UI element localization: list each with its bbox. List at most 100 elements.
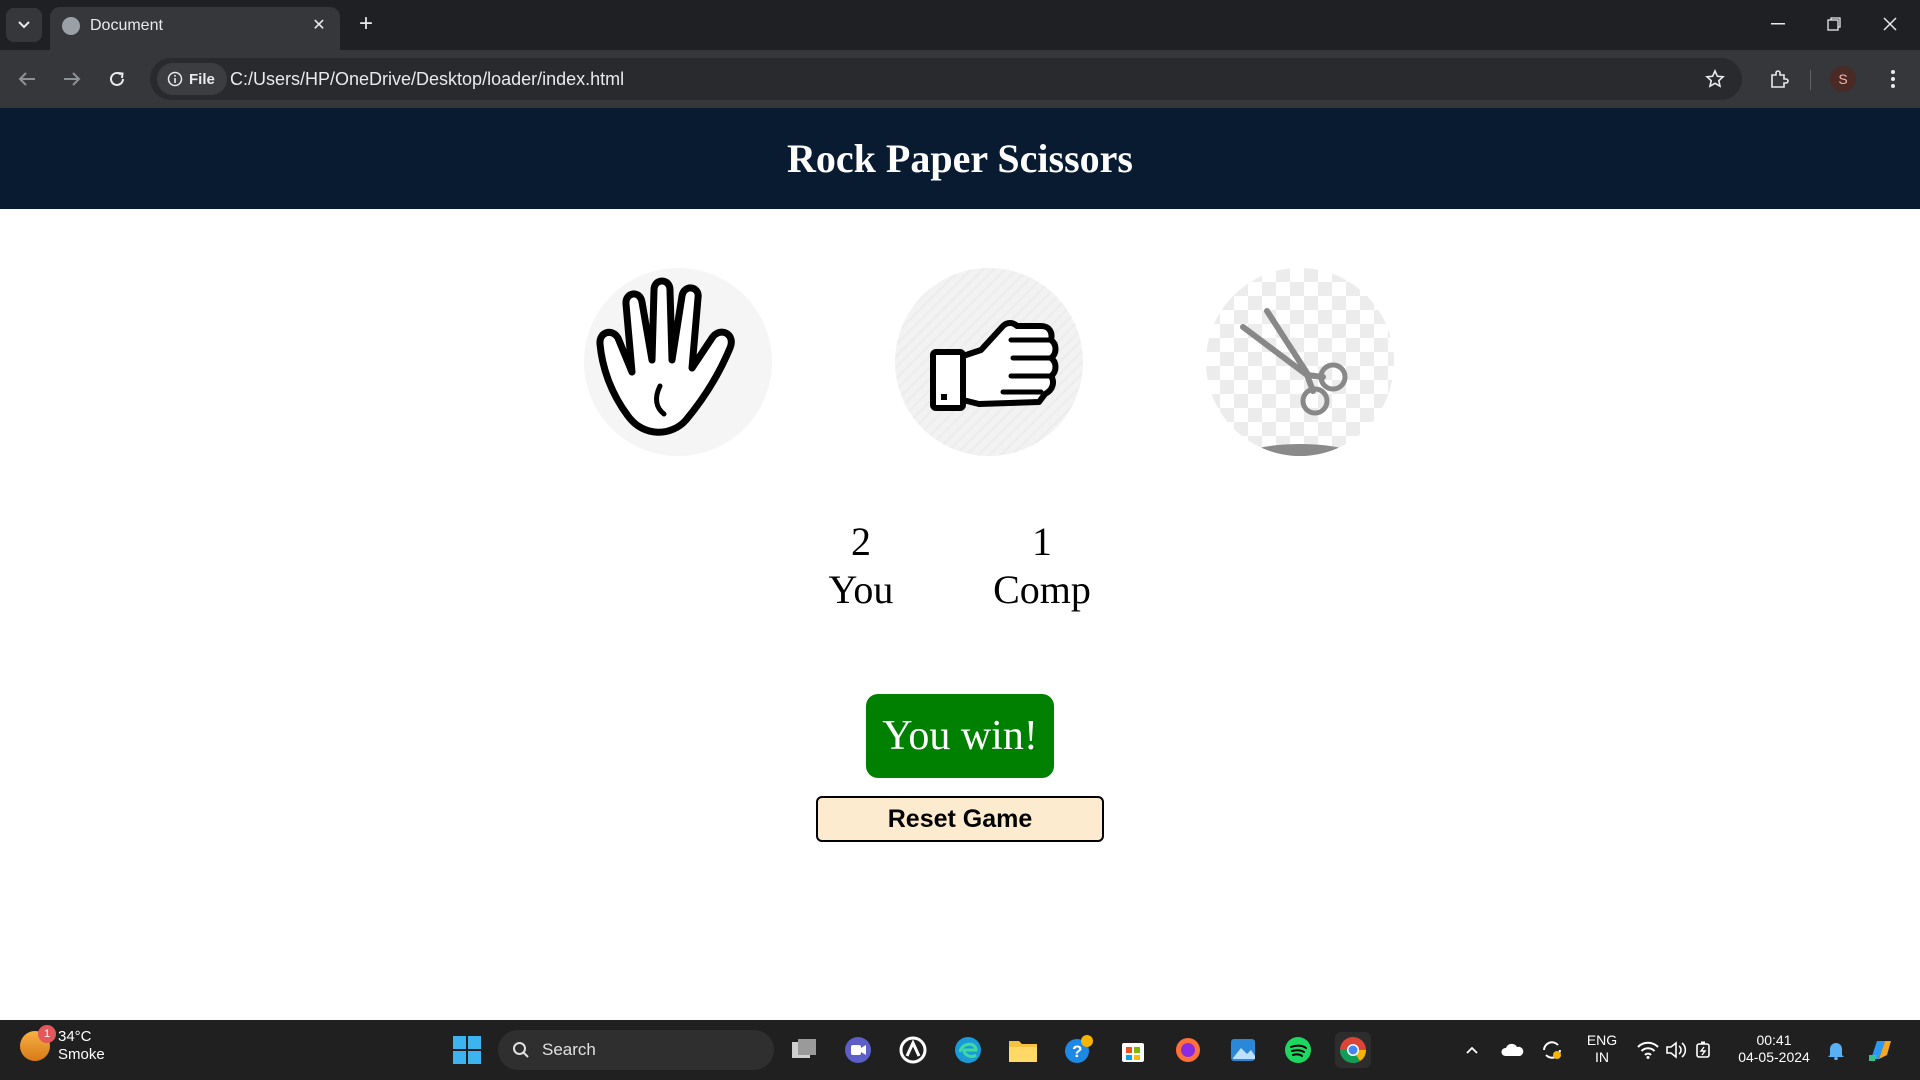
cloud-icon [1501, 1043, 1524, 1056]
result-message: You win! [866, 694, 1054, 778]
arrow-right-icon [64, 72, 81, 86]
choice-scissors[interactable] [1206, 268, 1394, 456]
reload-icon [110, 71, 124, 86]
forward-button[interactable] [55, 62, 89, 96]
copilot-button[interactable] [1862, 1032, 1898, 1068]
tab-close-icon[interactable]: ✕ [308, 15, 330, 37]
folder-icon [1009, 1041, 1037, 1062]
site-info-chip[interactable]: File [157, 63, 227, 95]
onedrive-button[interactable] [1494, 1032, 1530, 1068]
start-button[interactable] [449, 1032, 485, 1068]
chrome-icon [1339, 1037, 1367, 1064]
tab-title: Document [90, 17, 163, 34]
browser-tab-bar: Document ✕ + [0, 0, 1920, 50]
taskbar-photos[interactable] [1225, 1032, 1261, 1068]
minimize-button[interactable] [1758, 8, 1798, 40]
weather-sun-icon: 1 [20, 1025, 56, 1061]
edge-browser-icon [955, 1037, 981, 1063]
browser-menu-button[interactable] [1876, 62, 1910, 96]
scissors-shadow [1236, 444, 1364, 456]
reload-button[interactable] [100, 62, 134, 96]
clock-time: 00:41 [1756, 1032, 1792, 1048]
copilot-icon [1869, 1041, 1891, 1061]
weather-widget[interactable]: 1 34°C Smoke [20, 1025, 105, 1064]
tab-search-button[interactable] [6, 8, 42, 42]
app-logo-icon [899, 1036, 927, 1064]
scissors-icon [1240, 308, 1348, 416]
close-window-button[interactable] [1870, 8, 1910, 40]
language-code: ENG [1586, 1032, 1618, 1048]
fist-rock-icon [930, 320, 1059, 411]
taskbar: 1 34°C Smoke Search ? ENG IN 00:41 04-05… [0, 1020, 1920, 1080]
clock[interactable]: 00:41 04-05-2024 [1732, 1032, 1816, 1066]
taskbar-meet-app[interactable] [840, 1032, 876, 1068]
taskbar-help[interactable]: ? [1060, 1032, 1096, 1068]
new-tab-button[interactable]: + [352, 10, 380, 38]
store-icon [1122, 1043, 1144, 1062]
taskbar-search-label: Search [542, 1040, 596, 1059]
taskbar-edge[interactable] [950, 1032, 986, 1068]
task-view-button[interactable] [786, 1032, 822, 1068]
browser-tab[interactable]: Document ✕ [50, 7, 340, 50]
toolbar-divider [1810, 70, 1811, 90]
star-icon [1705, 69, 1725, 88]
sync-icon [1543, 1041, 1561, 1059]
url-text[interactable]: C:/Users/HP/OneDrive/Desktop/loader/inde… [230, 69, 624, 90]
globe-icon [62, 17, 80, 35]
search-icon [513, 1042, 529, 1058]
extensions-button[interactable] [1762, 62, 1796, 96]
taskbar-spotify[interactable] [1280, 1032, 1316, 1068]
help-icon: ? [1065, 1035, 1093, 1063]
page-title: Rock Paper Scissors [787, 136, 1133, 181]
photos-icon [1231, 1039, 1255, 1061]
comp-score-box: 1 Comp [972, 518, 1112, 614]
back-button[interactable] [10, 62, 44, 96]
close-icon [1883, 17, 1897, 31]
taskbar-app-circle[interactable] [895, 1032, 931, 1068]
weather-condition: Smoke [58, 1046, 105, 1063]
taskbar-firefox[interactable] [1170, 1032, 1206, 1068]
notification-badge: 1 [38, 1025, 56, 1043]
spotify-icon [1285, 1037, 1311, 1063]
info-icon [167, 71, 183, 87]
speaker-icon [1666, 1041, 1687, 1059]
chevron-up-icon [1466, 1046, 1478, 1054]
browser-toolbar: File C:/Users/HP/OneDrive/Desktop/loader… [0, 50, 1920, 108]
clock-date: 04-05-2024 [1738, 1049, 1810, 1065]
user-score: 2 [851, 519, 871, 564]
notifications-button[interactable] [1818, 1032, 1854, 1068]
language-indicator[interactable]: ENG IN [1580, 1032, 1624, 1066]
battery-button[interactable] [1686, 1032, 1722, 1068]
puzzle-icon [1771, 70, 1789, 88]
profile-avatar[interactable]: S [1830, 66, 1856, 92]
choice-rock[interactable] [895, 268, 1083, 456]
taskbar-file-explorer[interactable] [1005, 1032, 1041, 1068]
video-chat-icon [845, 1037, 871, 1063]
bookmark-button[interactable] [1702, 66, 1728, 92]
restore-icon [1827, 17, 1841, 31]
taskbar-search[interactable]: Search [498, 1030, 774, 1070]
svg-text:?: ? [1072, 1042, 1082, 1061]
firefox-icon [1176, 1038, 1200, 1062]
page-header: Rock Paper Scissors [0, 108, 1920, 209]
weather-temperature: 34°C [58, 1028, 92, 1045]
minimize-icon [1771, 23, 1785, 25]
sync-button[interactable] [1534, 1032, 1570, 1068]
battery-icon [1696, 1041, 1710, 1058]
taskbar-store[interactable] [1115, 1032, 1151, 1068]
user-score-box: 2 You [791, 518, 931, 614]
restore-button[interactable] [1814, 8, 1854, 40]
choice-paper[interactable] [584, 268, 772, 456]
task-view-icon [792, 1039, 816, 1058]
comp-score-label: Comp [993, 567, 1091, 612]
site-chip-label: File [189, 70, 215, 88]
user-score-label: You [828, 567, 894, 612]
address-bar[interactable]: File C:/Users/HP/OneDrive/Desktop/loader… [150, 58, 1742, 100]
reset-game-button[interactable]: Reset Game [816, 796, 1104, 842]
comp-score: 1 [1032, 519, 1052, 564]
chevron-down-icon [18, 21, 30, 29]
hand-paper-icon [596, 277, 735, 436]
bell-icon [1828, 1043, 1844, 1060]
show-hidden-icons-button[interactable] [1454, 1032, 1490, 1068]
taskbar-chrome[interactable] [1335, 1032, 1371, 1068]
